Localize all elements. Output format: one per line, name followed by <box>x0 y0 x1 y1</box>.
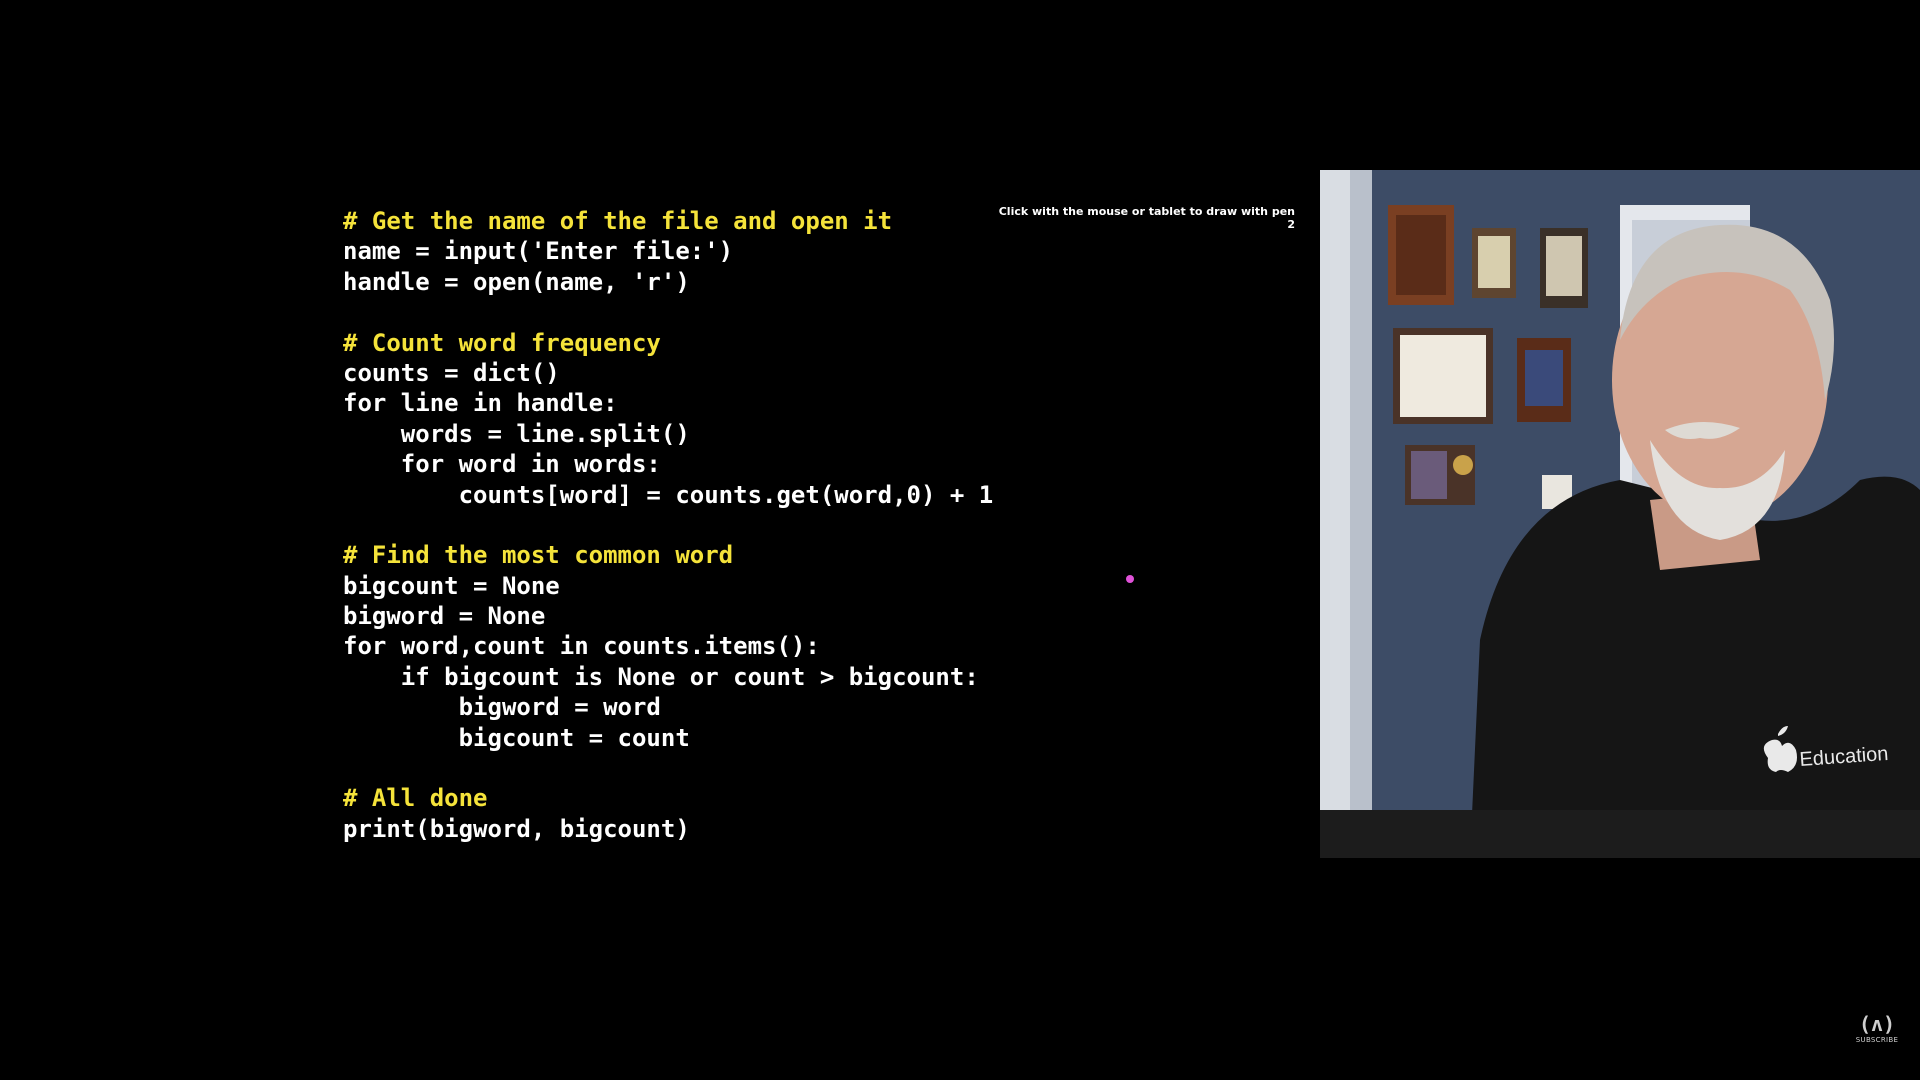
code-line: counts[word] = counts.get(word,0) + 1 <box>343 480 994 509</box>
code-comment-line: # Count word frequency <box>343 328 661 357</box>
pen-cursor-dot <box>1126 575 1134 583</box>
code-line: name = input('Enter file:') <box>343 237 734 266</box>
code-line: for word,count in counts.items(): <box>343 632 820 661</box>
code-line: counts = dict() <box>343 358 560 387</box>
subscribe-button[interactable]: (ʌ) SUBSCRIBE <box>1852 1012 1902 1058</box>
code-slide: # Get the name of the file and open it na… <box>343 206 993 844</box>
code-line: print(bigword, bigcount) <box>343 814 690 843</box>
code-line: for line in handle: <box>343 389 618 418</box>
code-comment-line: # Get the name of the file and open it <box>343 207 893 235</box>
code-line: bigcount = None <box>343 571 560 600</box>
code-line: bigcount = count <box>343 723 690 752</box>
apple-logo-icon <box>1763 739 1797 772</box>
code-line: words = line.split() <box>343 419 690 448</box>
freecodecamp-logo-icon: (ʌ) <box>1858 1012 1896 1036</box>
webcam-feed: Education <box>1320 170 1920 858</box>
pen-hint-text: Click with the mouse or tablet to draw w… <box>998 205 1295 231</box>
code-comment-line: # All done <box>343 784 488 813</box>
webcam-image: Education <box>1320 170 1920 858</box>
code-line: if bigcount is None or count > bigcount: <box>343 662 979 691</box>
code-line: handle = open(name, 'r') <box>343 267 690 296</box>
subscribe-label: SUBSCRIBE <box>1855 1036 1899 1044</box>
code-line: bigword = word <box>343 693 661 722</box>
code-comment-line: # Find the most common word <box>343 541 734 570</box>
code-line: for word in words: <box>343 450 661 479</box>
code-line: bigword = None <box>343 602 546 631</box>
